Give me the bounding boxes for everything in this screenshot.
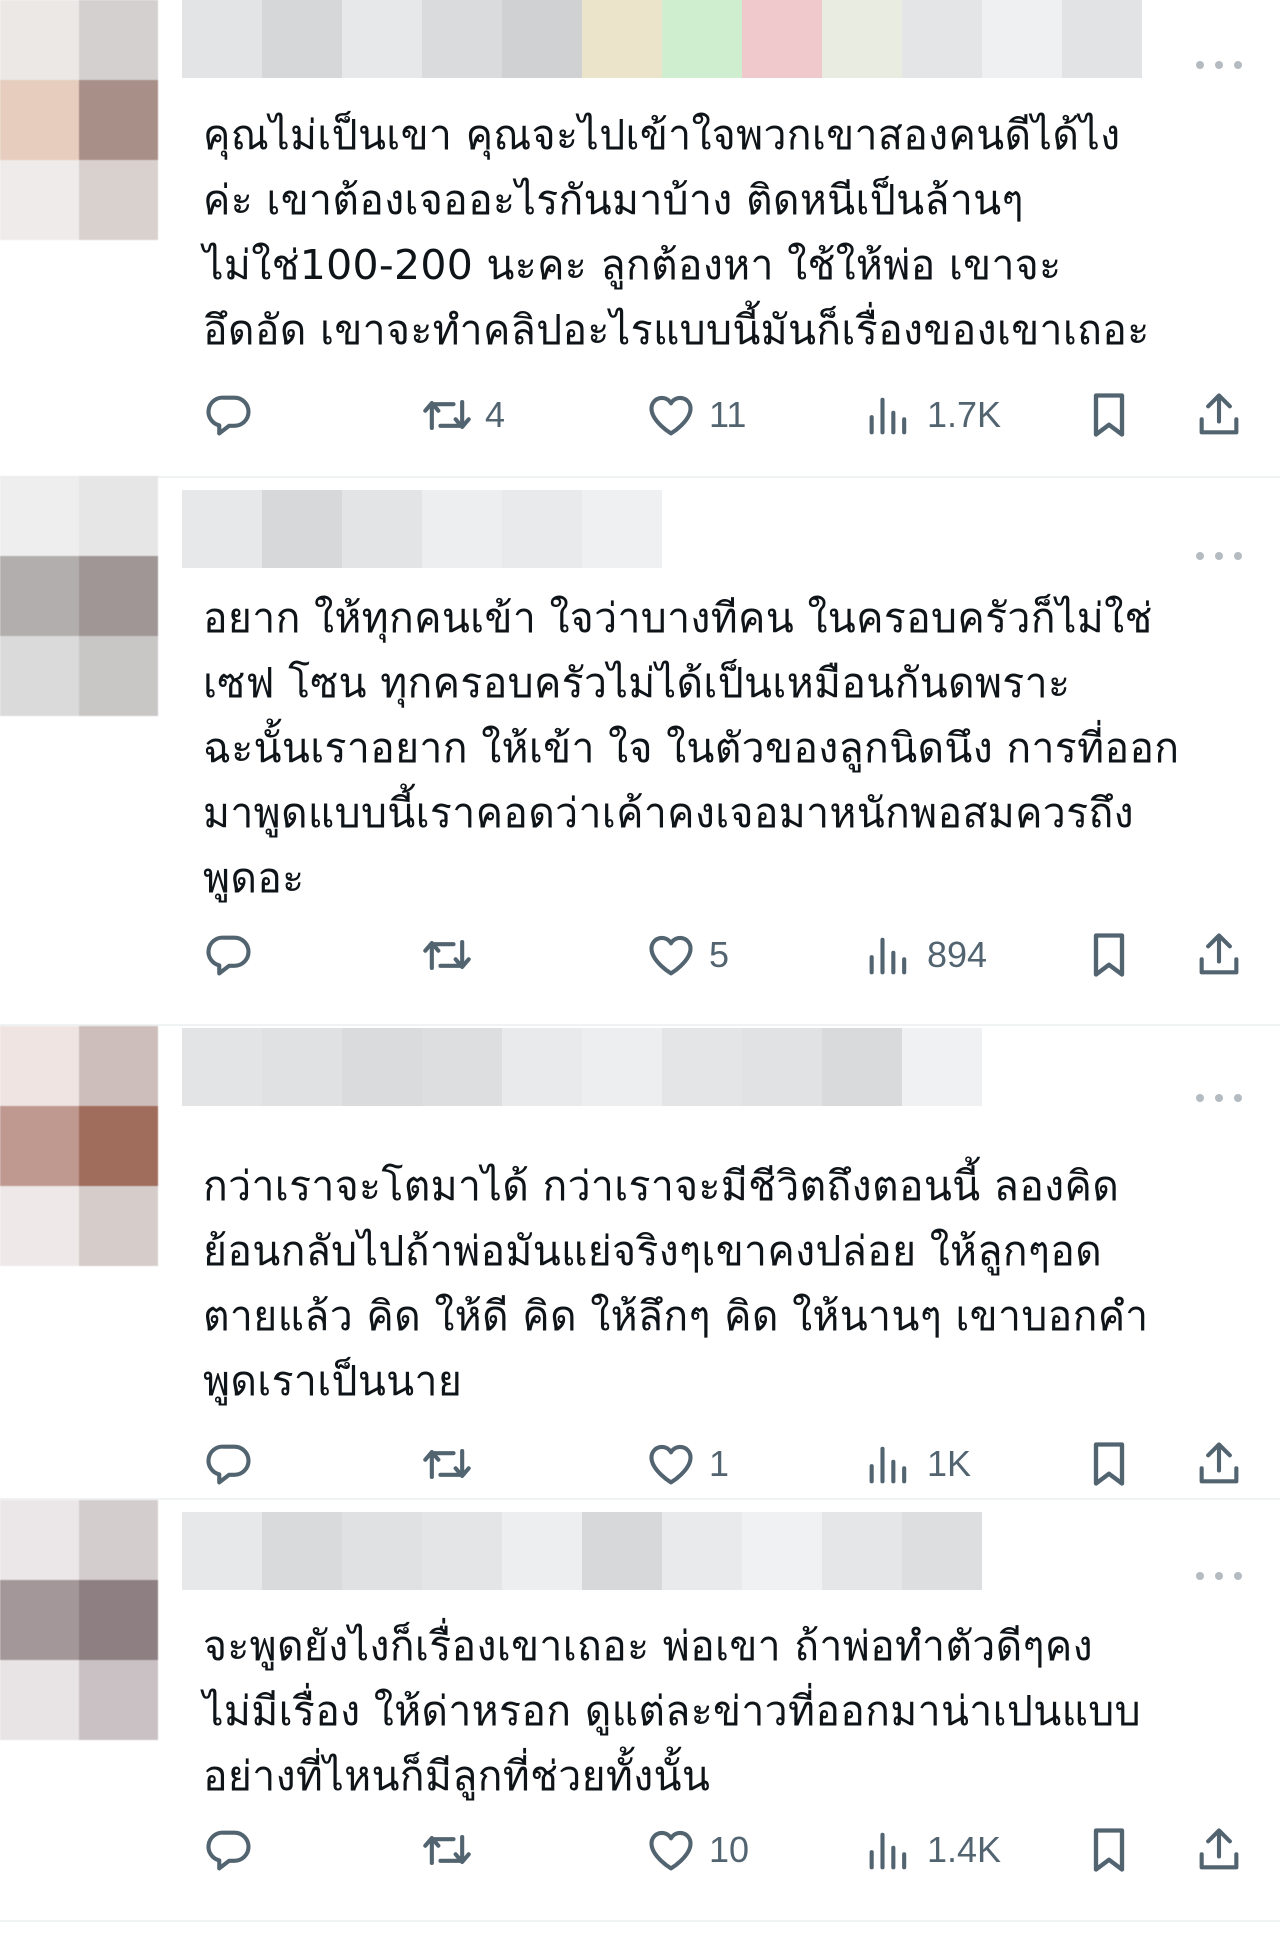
- heart-icon: [649, 935, 693, 976]
- reply-button[interactable]: [203, 1820, 255, 1880]
- bookmark-button[interactable]: [1083, 385, 1135, 445]
- like-count: 10: [709, 1829, 750, 1870]
- like-count: 1: [709, 1443, 730, 1484]
- avatar[interactable]: [0, 0, 158, 240]
- avatar[interactable]: [0, 1026, 158, 1266]
- reply-icon: [206, 1444, 251, 1485]
- action-bar: 10 1.4K: [203, 1820, 1248, 1880]
- heart-icon: [649, 1830, 693, 1871]
- avatar[interactable]: [0, 1500, 158, 1740]
- reply-icon: [206, 935, 251, 976]
- heart-icon: [649, 1444, 693, 1485]
- post: กว่าเราจะโตมาได้ กว่าเราจะมีชีวิตถึงตอนน…: [0, 1024, 1280, 1500]
- bookmark-button[interactable]: [1083, 925, 1135, 985]
- action-bar: 5 894: [203, 925, 1248, 985]
- like-button[interactable]: 5: [645, 925, 729, 985]
- post: คุณไม่เป็นเขา คุณจะไปเข้าใจพวกเขาสองคนดี…: [0, 0, 1280, 478]
- retweet-button[interactable]: [421, 1820, 485, 1880]
- like-count: 5: [709, 934, 730, 975]
- action-bar: 4 11 1.7K: [203, 385, 1248, 445]
- like-count: 11: [709, 394, 747, 435]
- heart-icon: [649, 395, 693, 436]
- post-text: จะพูดยังไงก็เรื่องเขาเถอะ พ่อเขา ถ้าพ่อท…: [203, 1622, 1141, 1800]
- bookmark-button[interactable]: [1083, 1434, 1135, 1494]
- retweet-icon: [423, 1834, 471, 1866]
- author-header[interactable]: [182, 1512, 982, 1590]
- retweet-count: 4: [485, 394, 506, 435]
- reply-button[interactable]: [203, 1434, 255, 1494]
- retweet-button[interactable]: 4: [421, 385, 505, 445]
- like-button[interactable]: 1: [645, 1434, 729, 1494]
- author-header[interactable]: [182, 490, 662, 568]
- reply-button[interactable]: [203, 385, 255, 445]
- action-bar: 1 1K: [203, 1434, 1248, 1494]
- like-button[interactable]: 11: [645, 385, 746, 445]
- view-count: 1K: [927, 1443, 972, 1484]
- bookmark-button[interactable]: [1083, 1820, 1135, 1880]
- views-icon: [869, 1832, 907, 1870]
- share-icon: [1199, 1442, 1239, 1484]
- reply-icon: [206, 395, 251, 436]
- post: อยาก ให้ทุกคนเข้า ใจว่าบางทีคน ในครอบครั…: [0, 476, 1280, 1026]
- share-icon: [1199, 393, 1239, 435]
- share-button[interactable]: [1193, 1434, 1245, 1494]
- views-icon: [869, 937, 907, 975]
- views-icon: [869, 397, 907, 435]
- reply-button[interactable]: [203, 925, 255, 985]
- retweet-button[interactable]: [421, 1434, 485, 1494]
- view-count: 1.7K: [927, 394, 1002, 435]
- more-icon[interactable]: [1196, 1088, 1242, 1108]
- avatar[interactable]: [0, 476, 158, 716]
- reply-icon: [206, 1830, 251, 1871]
- share-icon: [1199, 1828, 1239, 1870]
- views-icon: [869, 1446, 907, 1484]
- post-text: กว่าเราจะโตมาได้ กว่าเราจะมีชีวิตถึงตอนน…: [203, 1162, 1149, 1405]
- retweet-icon: [423, 399, 471, 431]
- views-button[interactable]: 1.4K: [863, 1820, 1001, 1880]
- retweet-icon: [423, 1448, 471, 1480]
- post-text: อยาก ให้ทุกคนเข้า ใจว่าบางทีคน ในครอบครั…: [203, 594, 1180, 902]
- views-button[interactable]: 894: [863, 925, 987, 985]
- bookmark-icon: [1093, 933, 1125, 977]
- view-count: 894: [927, 934, 988, 975]
- more-icon[interactable]: [1196, 1566, 1242, 1586]
- more-icon[interactable]: [1196, 546, 1242, 566]
- author-header[interactable]: [182, 0, 1142, 78]
- views-button[interactable]: 1K: [863, 1434, 971, 1494]
- view-count: 1.4K: [927, 1829, 1002, 1870]
- post-text: คุณไม่เป็นเขา คุณจะไปเข้าใจพวกเขาสองคนดี…: [203, 111, 1150, 354]
- bookmark-icon: [1093, 1828, 1125, 1872]
- like-button[interactable]: 10: [645, 1820, 749, 1880]
- share-button[interactable]: [1193, 385, 1245, 445]
- share-button[interactable]: [1193, 925, 1245, 985]
- retweet-icon: [423, 939, 471, 971]
- bookmark-icon: [1093, 393, 1125, 437]
- retweet-button[interactable]: [421, 925, 485, 985]
- share-icon: [1199, 933, 1239, 975]
- more-icon[interactable]: [1196, 55, 1242, 75]
- author-header[interactable]: [182, 1028, 982, 1106]
- bookmark-icon: [1093, 1442, 1125, 1486]
- views-button[interactable]: 1.7K: [863, 385, 1001, 445]
- post: จะพูดยังไงก็เรื่องเขาเถอะ พ่อเขา ถ้าพ่อท…: [0, 1498, 1280, 1922]
- share-button[interactable]: [1193, 1820, 1245, 1880]
